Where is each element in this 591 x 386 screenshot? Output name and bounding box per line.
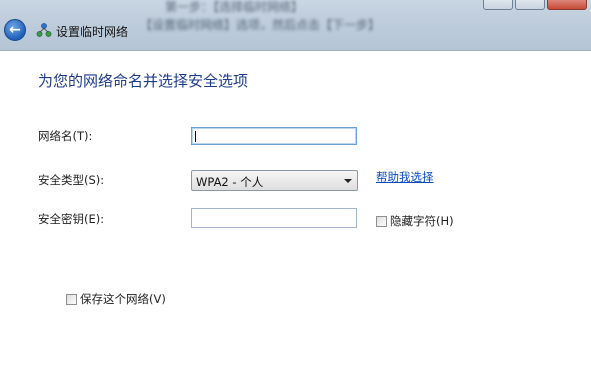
window-titlebar: 第一步：【选择临时网络】 【设置临时网络】选项，然后点击【下一步】 ← 设置临时… — [0, 0, 591, 51]
save-network-option[interactable]: 保存这个网络(V) — [66, 291, 166, 307]
hide-characters-option[interactable]: 隐藏字符(H) — [376, 213, 454, 229]
network-name-label: 网络名(T): — [38, 129, 93, 143]
hide-characters-label: 隐藏字符(H) — [390, 214, 454, 228]
text-caret — [195, 131, 196, 142]
wizard-content: 为您的网络命名并选择安全选项 网络名(T): 安全类型(S): WPA2 - 个… — [0, 51, 591, 386]
back-arrow-icon: ← — [9, 22, 21, 38]
close-button[interactable] — [547, 0, 587, 10]
back-button[interactable]: ← — [4, 19, 26, 41]
security-key-label: 安全密钥(E): — [38, 212, 105, 226]
hide-characters-checkbox[interactable] — [376, 215, 387, 227]
save-network-label: 保存这个网络(V) — [80, 292, 166, 306]
network-name-input[interactable] — [191, 127, 357, 145]
minimize-button[interactable] — [483, 0, 513, 10]
security-type-select[interactable]: WPA2 - 个人 — [191, 170, 358, 191]
page-title: 为您的网络命名并选择安全选项 — [38, 72, 249, 90]
background-text-1: 第一步：【选择临时网络】 — [165, 0, 304, 14]
window-controls — [483, 0, 587, 10]
maximize-button[interactable] — [515, 0, 545, 10]
background-text-2: 【设置临时网络】选项，然后点击【下一步】 — [140, 18, 381, 32]
help-me-choose-link[interactable]: 帮助我选择 — [376, 169, 434, 185]
chevron-down-icon — [344, 179, 352, 183]
window-title: 设置临时网络 — [56, 25, 129, 39]
security-type-label: 安全类型(S): — [38, 173, 105, 187]
save-network-checkbox[interactable] — [66, 293, 77, 305]
security-key-input[interactable] — [191, 208, 357, 228]
security-type-value: WPA2 - 个人 — [196, 175, 264, 189]
network-icon — [36, 23, 52, 37]
